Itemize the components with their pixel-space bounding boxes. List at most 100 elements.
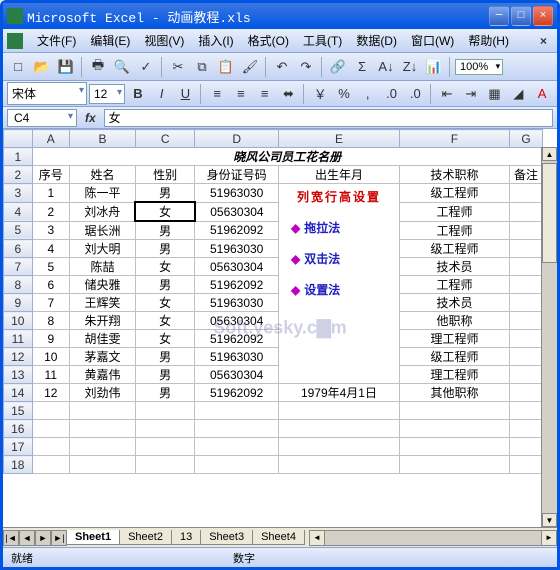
col-header-e[interactable]: E [278, 130, 399, 148]
cell[interactable]: 技术员 [399, 258, 509, 276]
cell[interactable] [509, 438, 542, 456]
cell[interactable]: 5 [32, 258, 69, 276]
workbook-icon[interactable] [7, 33, 23, 49]
cell[interactable] [509, 276, 542, 294]
titlebar[interactable]: Microsoft Excel - 动画教程.xls ─ □ × [3, 3, 557, 29]
cell[interactable] [509, 366, 542, 384]
merge-icon[interactable]: ⬌ [278, 83, 300, 105]
link-icon[interactable]: 🔗 [327, 56, 349, 78]
tab-nav-prev-icon[interactable]: ◄ [19, 530, 35, 546]
cell[interactable]: 刘冰舟 [69, 202, 135, 221]
cell[interactable]: 出生年月 [278, 166, 399, 184]
cell[interactable] [135, 420, 194, 438]
cell[interactable] [278, 402, 399, 420]
cell[interactable] [509, 240, 542, 258]
col-header-b[interactable]: B [69, 130, 135, 148]
cell[interactable] [509, 202, 542, 221]
menu-tools[interactable]: 工具(T) [297, 30, 348, 51]
cell[interactable]: 6 [32, 276, 69, 294]
row-header[interactable]: 9 [4, 294, 33, 312]
col-header-g[interactable]: G [509, 130, 542, 148]
border-icon[interactable]: ▦ [484, 83, 506, 105]
cell[interactable]: 工程师 [399, 221, 509, 240]
row-header[interactable]: 16 [4, 420, 33, 438]
cell[interactable]: 05630304 [195, 366, 279, 384]
row-header[interactable]: 17 [4, 438, 33, 456]
menu-view[interactable]: 视图(V) [138, 30, 190, 51]
cell[interactable] [278, 420, 399, 438]
cell[interactable]: 10 [32, 348, 69, 366]
cell[interactable]: 男 [135, 366, 194, 384]
row-header[interactable]: 4 [4, 202, 33, 221]
cell[interactable]: 刘劲伟 [69, 384, 135, 402]
tab-nav-next-icon[interactable]: ► [35, 530, 51, 546]
cell[interactable]: 朱开翔 [69, 312, 135, 330]
percent-icon[interactable]: % [333, 83, 355, 105]
save-icon[interactable]: 💾 [55, 56, 77, 78]
sheet-tab[interactable]: Sheet3 [200, 530, 253, 545]
cell[interactable]: 7 [32, 294, 69, 312]
cell[interactable]: 女 [135, 312, 194, 330]
workbook-close-button[interactable]: × [534, 34, 553, 48]
cell[interactable]: 陈一平 [69, 184, 135, 203]
row-header[interactable]: 13 [4, 366, 33, 384]
cell[interactable] [509, 221, 542, 240]
row-header[interactable]: 8 [4, 276, 33, 294]
font-color-icon[interactable]: A [531, 83, 553, 105]
menu-format[interactable]: 格式(O) [242, 30, 295, 51]
cell[interactable]: 级工程师 [399, 348, 509, 366]
cell[interactable] [32, 402, 69, 420]
cell[interactable] [32, 420, 69, 438]
cell[interactable]: 王辉笑 [69, 294, 135, 312]
fontsize-combo[interactable]: 12 [89, 84, 125, 104]
underline-icon[interactable]: U [175, 83, 197, 105]
cell[interactable]: 级工程师 [399, 240, 509, 258]
cell[interactable] [135, 456, 194, 474]
bold-icon[interactable]: B [127, 83, 149, 105]
cell[interactable]: 51963030 [195, 240, 279, 258]
minimize-button[interactable]: ─ [489, 6, 509, 26]
cell[interactable]: 姓名 [69, 166, 135, 184]
cut-icon[interactable]: ✂ [167, 56, 189, 78]
scroll-up-icon[interactable]: ▲ [542, 147, 557, 161]
cell[interactable] [32, 456, 69, 474]
scroll-down-icon[interactable]: ▼ [542, 513, 557, 527]
cell[interactable]: 4 [32, 240, 69, 258]
spell-icon[interactable]: ✓ [135, 56, 157, 78]
cell[interactable] [195, 456, 279, 474]
cell[interactable] [278, 456, 399, 474]
cell[interactable] [509, 312, 542, 330]
open-icon[interactable]: 📂 [31, 56, 53, 78]
cell[interactable]: 男 [135, 221, 194, 240]
cell[interactable]: 女 [135, 294, 194, 312]
cell[interactable] [69, 438, 135, 456]
row-header[interactable]: 1 [4, 148, 33, 166]
cell[interactable] [509, 402, 542, 420]
cell[interactable]: 性别 [135, 166, 194, 184]
cell[interactable] [399, 402, 509, 420]
cell[interactable]: 琚长洲 [69, 221, 135, 240]
cell[interactable]: 51963030 [195, 184, 279, 203]
cell[interactable]: 51962092 [195, 384, 279, 402]
chart-icon[interactable]: 📊 [423, 56, 445, 78]
redo-icon[interactable]: ↷ [295, 56, 317, 78]
menu-edit[interactable]: 编辑(E) [84, 30, 136, 51]
cell[interactable] [399, 438, 509, 456]
cell[interactable] [509, 294, 542, 312]
cell[interactable]: 级工程师 [399, 184, 509, 203]
cell[interactable] [509, 184, 542, 203]
cell[interactable]: 男 [135, 184, 194, 203]
vertical-scrollbar[interactable]: ▲ ▼ [541, 147, 557, 527]
cell[interactable]: 05630304 [195, 312, 279, 330]
cell[interactable] [195, 402, 279, 420]
cell[interactable] [509, 420, 542, 438]
sheet-tab[interactable]: Sheet1 [66, 530, 120, 545]
col-header-f[interactable]: F [399, 130, 509, 148]
cell[interactable] [32, 438, 69, 456]
cell[interactable] [509, 330, 542, 348]
cell[interactable]: 9 [32, 330, 69, 348]
indent-in-icon[interactable]: ⇥ [460, 83, 482, 105]
align-center-icon[interactable]: ≡ [230, 83, 252, 105]
cell[interactable] [509, 384, 542, 402]
currency-icon[interactable]: ￥ [309, 83, 331, 105]
